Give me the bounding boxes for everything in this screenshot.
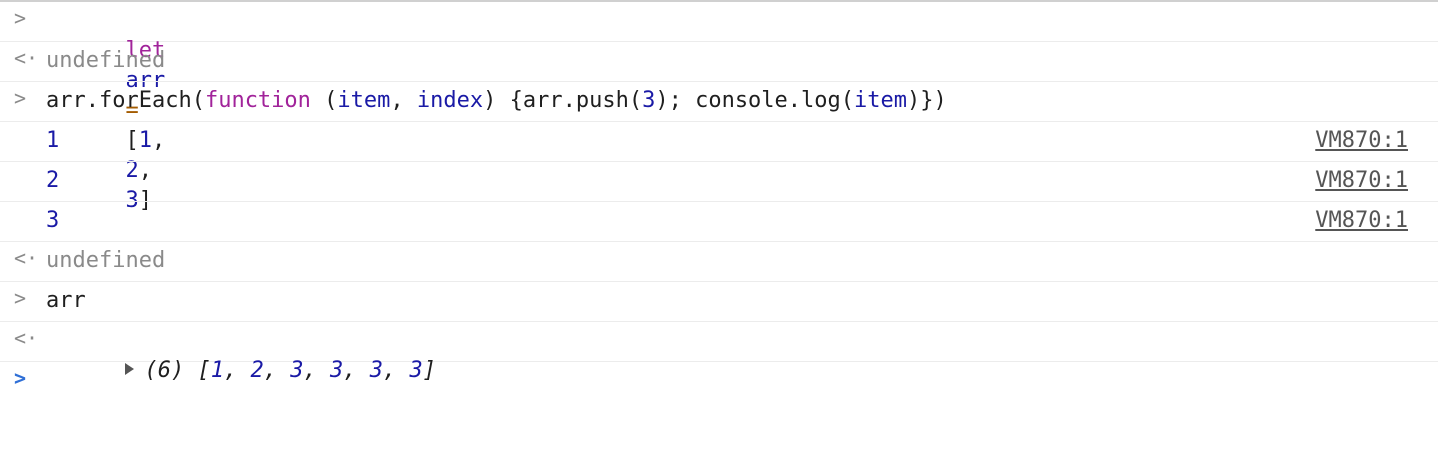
variable: item (854, 88, 908, 113)
log-value: 3 (46, 208, 60, 233)
return-arrow-icon: <· (14, 46, 39, 70)
source-link[interactable]: VM870:1 (1315, 206, 1408, 236)
source-link[interactable]: VM870:1 (1315, 126, 1408, 156)
return-arrow-icon: <· (14, 246, 39, 270)
devtools-console: > let arr = [1, 2, 3] <· undefined > arr… (0, 0, 1438, 412)
chevron-right-icon: > (14, 286, 27, 310)
console-result-row: <· undefined (0, 42, 1438, 82)
code-part: ) {arr.push( (483, 88, 643, 113)
console-input-row: > arr.forEach(function (item, index) {ar… (0, 82, 1438, 122)
console-input-code[interactable]: arr.forEach(function (item, index) {arr.… (46, 86, 947, 116)
chevron-right-icon: > (14, 366, 27, 390)
console-result-row: <· (6) [1, 2, 3, 3, 3, 3] (0, 322, 1438, 383)
console-result-row: <· undefined (0, 242, 1438, 282)
code-part: ( (310, 88, 338, 113)
console-log-row: 1 VM870:1 (0, 122, 1438, 162)
return-arrow-icon: <· (14, 326, 39, 350)
code-part: )}) (907, 88, 947, 113)
result-value: undefined (46, 48, 166, 73)
keyword: function (204, 88, 311, 113)
console-input-code[interactable]: arr (46, 286, 86, 316)
result-value: undefined (46, 248, 166, 273)
chevron-right-icon: > (14, 6, 27, 30)
console-input-row: > arr (0, 282, 1438, 322)
number: 3 (642, 88, 656, 113)
code-part: , (390, 88, 417, 113)
code-part: ); console.log( (655, 88, 855, 113)
console-prompt-row[interactable]: > (0, 362, 1438, 402)
chevron-right-icon: > (14, 86, 27, 110)
variable: item (337, 88, 391, 113)
console-log-row: 2 VM870:1 (0, 162, 1438, 202)
variable: index (416, 88, 484, 113)
console-input-row: > let arr = [1, 2, 3] (0, 2, 1438, 213)
log-value: 1 (46, 128, 60, 153)
source-link[interactable]: VM870:1 (1315, 166, 1408, 196)
code-part: arr.forEach( (46, 88, 205, 113)
log-value: 2 (46, 168, 60, 193)
console-log-row: 3 VM870:1 (0, 202, 1438, 242)
